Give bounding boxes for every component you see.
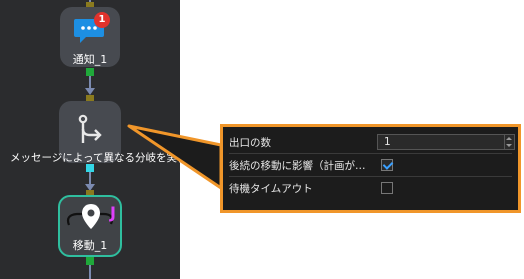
property-key: 後続の移動に影響（計画が…	[229, 159, 366, 172]
row-divider	[229, 153, 512, 154]
property-row: 待機タイムアウト	[229, 178, 512, 198]
affect-subsequent-move-checkbox[interactable]	[381, 159, 393, 171]
spinbox-value: 1	[384, 136, 391, 148]
property-row: 後続の移動に影響（計画が…	[229, 155, 512, 175]
property-key: 待機タイムアウト	[229, 182, 313, 195]
exit-count-spinbox[interactable]: 1	[377, 134, 515, 150]
spin-down-icon[interactable]	[506, 144, 512, 147]
property-key: 出口の数	[229, 136, 271, 149]
spin-up-icon[interactable]	[506, 137, 512, 140]
row-divider	[229, 176, 512, 177]
property-row: 出口の数 1	[229, 132, 515, 152]
wait-timeout-checkbox[interactable]	[381, 182, 393, 194]
spinbox-buttons[interactable]	[504, 135, 514, 149]
node-properties-panel: 出口の数 1 後続の移動に影響（計画が… 待機タイムアウト	[220, 124, 521, 213]
